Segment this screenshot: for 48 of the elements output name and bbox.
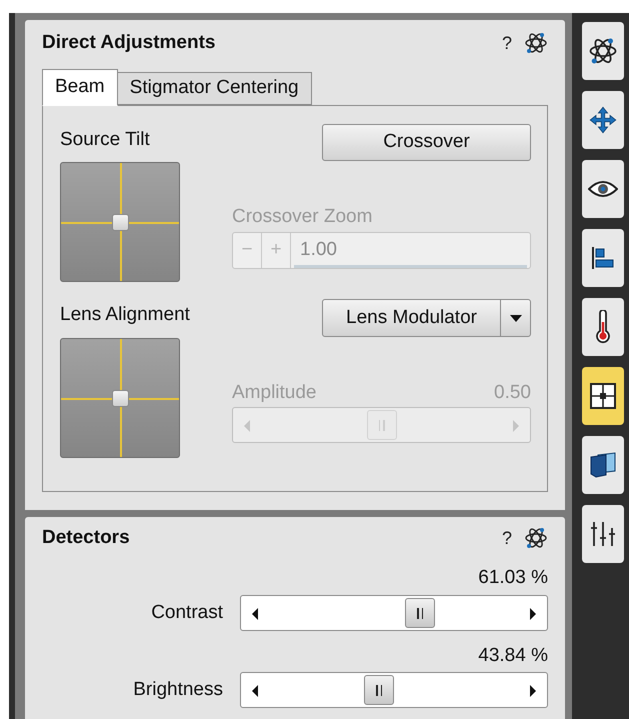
- slider-thumb[interactable]: [364, 675, 394, 705]
- slider-label: Contrast: [150, 600, 223, 625]
- sidebar-button[interactable]: [582, 367, 624, 425]
- joystick-pad[interactable]: [60, 338, 180, 458]
- field-label: Crossover Zoom: [232, 205, 372, 229]
- left-arrow-icon[interactable]: [251, 608, 259, 620]
- sidebar-button[interactable]: [582, 298, 624, 356]
- tab[interactable]: Beam: [42, 69, 118, 106]
- slider-label: Brightness: [132, 678, 223, 702]
- right-arrow-icon[interactable]: [529, 685, 537, 697]
- right-arrow-icon[interactable]: [529, 608, 537, 620]
- slider-track[interactable]: [240, 595, 548, 631]
- sidebar-button[interactable]: [582, 436, 624, 494]
- help-button[interactable]: ?: [502, 31, 512, 55]
- thermometer-icon: [595, 310, 611, 344]
- joystick-pad[interactable]: [60, 162, 180, 282]
- section-label: Source Tilt: [60, 128, 150, 152]
- atom-icon[interactable]: [524, 526, 548, 550]
- slider-thumb[interactable]: [405, 598, 436, 628]
- help-button[interactable]: ?: [502, 526, 512, 550]
- eye-icon: [588, 179, 618, 199]
- book-icon: [590, 452, 616, 478]
- slider-value: 43.84 %: [478, 644, 548, 668]
- move-arrows-icon: [589, 106, 617, 134]
- atom-icon[interactable]: [524, 31, 548, 55]
- section-label: Lens Alignment: [60, 303, 190, 327]
- align-left-icon: [591, 246, 615, 270]
- left-arrow-icon[interactable]: [251, 685, 259, 697]
- sidebar-button[interactable]: [582, 91, 624, 149]
- slider-track[interactable]: [232, 407, 531, 443]
- sidebar-button[interactable]: [582, 229, 624, 287]
- sidebar-button[interactable]: [582, 505, 624, 563]
- tab[interactable]: Stigmator Centering: [116, 72, 312, 105]
- crosshair-grid-icon: [590, 383, 616, 409]
- sliders-icon: [590, 520, 616, 548]
- slider-label: Amplitude: [232, 381, 316, 405]
- slider-value: 0.50: [494, 381, 531, 405]
- joystick-handle[interactable]: [112, 390, 129, 407]
- sidebar-button[interactable]: [582, 160, 624, 218]
- slider-track[interactable]: [240, 672, 548, 708]
- crossover-button[interactable]: Crossover: [322, 124, 531, 161]
- atom-icon: [588, 36, 618, 66]
- sidebar-button[interactable]: [582, 22, 624, 80]
- slider-thumb[interactable]: [366, 410, 396, 440]
- slider-value: 61.03 %: [478, 566, 548, 590]
- panel-title: Direct Adjustments: [42, 31, 216, 55]
- joystick-handle[interactable]: [112, 214, 129, 231]
- panel-title: Detectors: [42, 526, 130, 550]
